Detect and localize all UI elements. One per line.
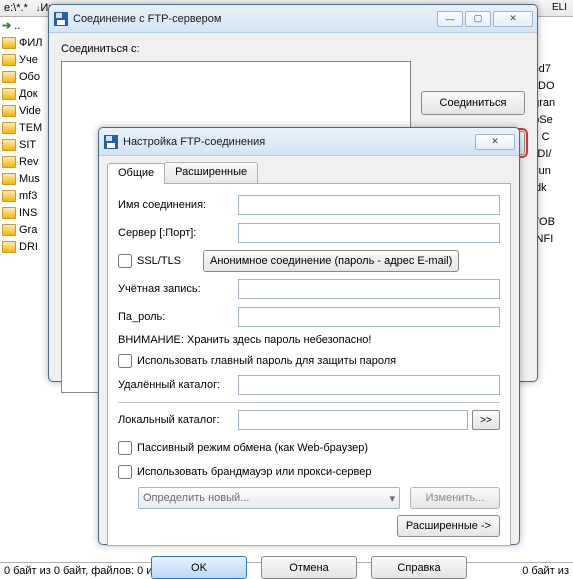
titlebar[interactable]: Соединение с FTP-сервером — ▢ ✕ [49, 5, 537, 33]
edit-proxy-button: Изменить... [410, 487, 500, 509]
folder-label: TEM [19, 122, 42, 134]
folder-label: Vide [19, 105, 41, 117]
folder-label: mf3 [19, 190, 37, 202]
separator [118, 402, 500, 403]
master-password-label: Использовать главный пароль для защиты п… [137, 355, 396, 367]
updir-label: .. [14, 20, 20, 32]
remote-dir-label: Удалённый каталог: [118, 379, 238, 391]
connect-to-label: Соединиться с: [61, 43, 525, 55]
folder-icon [2, 139, 16, 151]
anonymous-button[interactable]: Анонимное соединение (пароль - адрес E-m… [203, 250, 459, 272]
tabs: Общие Расширенные [107, 162, 511, 184]
tab-advanced[interactable]: Расширенные [164, 162, 258, 183]
ssl-checkbox[interactable] [118, 254, 132, 268]
maximize-button[interactable]: ▢ [465, 11, 491, 27]
ssl-label: SSL/TLS [137, 255, 197, 267]
master-password-checkbox[interactable] [118, 354, 132, 368]
folder-icon [2, 105, 16, 117]
path-label: e:\*.* [4, 2, 28, 14]
folder-icon [2, 122, 16, 134]
password-label: Па_роль: [118, 311, 238, 323]
passive-label: Пассивный режим обмена (как Web-браузер) [137, 442, 368, 454]
server-input[interactable] [238, 223, 500, 243]
account-input[interactable] [238, 279, 500, 299]
folder-label: Rev [19, 156, 39, 168]
firewall-checkbox[interactable] [118, 465, 132, 479]
folder-icon [2, 156, 16, 168]
close-button[interactable]: ✕ [493, 11, 533, 27]
ok-button[interactable]: OK [151, 556, 247, 579]
ftp-settings-dialog: Настройка FTP-соединения ✕ Общие Расшире… [98, 127, 520, 545]
folder-icon [2, 173, 16, 185]
help-button[interactable]: Справка [371, 556, 467, 579]
floppy-icon [53, 11, 69, 27]
connection-name-input[interactable] [238, 195, 500, 215]
tab-general[interactable]: Общие [107, 163, 165, 184]
advanced-button[interactable]: Расширенные -> [397, 515, 500, 537]
connect-button[interactable]: Соединиться [421, 91, 525, 115]
floppy-icon [103, 134, 119, 150]
password-input[interactable] [238, 307, 500, 327]
status-right: 0 байт из [522, 565, 569, 577]
titlebar[interactable]: Настройка FTP-соединения ✕ [99, 128, 519, 156]
chevron-down-icon: ▾ [389, 492, 395, 505]
folder-label: Mus [19, 173, 40, 185]
dialog-title: Настройка FTP-соединения [123, 136, 265, 148]
proxy-combobox-value: Определить новый... [143, 492, 249, 504]
server-label: Сервер [:Порт]: [118, 227, 238, 239]
folder-icon [2, 224, 16, 236]
folder-label: DRI [19, 241, 38, 253]
local-dir-input[interactable] [238, 410, 468, 430]
password-warning: ВНИМАНИЕ: Хранить здесь пароль небезопас… [118, 334, 500, 346]
browse-button[interactable]: >> [472, 410, 500, 430]
passive-checkbox[interactable] [118, 441, 132, 455]
cancel-button[interactable]: Отмена [261, 556, 357, 579]
remote-dir-input[interactable] [238, 375, 500, 395]
folder-label: Док [19, 88, 38, 100]
dialog-title: Соединение с FTP-сервером [73, 13, 221, 25]
folder-label: Обо [19, 71, 40, 83]
folder-label: SIT [19, 139, 36, 151]
firewall-label: Использовать брандмауэр или прокси-серве… [137, 466, 372, 478]
folder-icon [2, 207, 16, 219]
folder-icon [2, 241, 16, 253]
folder-icon [2, 88, 16, 100]
folder-icon [2, 37, 16, 49]
folder-icon [2, 190, 16, 202]
folder-icon [2, 54, 16, 66]
folder-icon [2, 71, 16, 83]
folder-label: Gra [19, 224, 37, 236]
tab-general-panel: Имя соединения: Сервер [:Порт]: SSL/TLS … [107, 184, 511, 546]
arrow-up-icon: ➔ [2, 19, 11, 32]
proxy-combobox[interactable]: Определить новый... ▾ [138, 487, 400, 509]
local-dir-label: Локальный каталог: [118, 414, 238, 426]
folder-label: ФИЛ [19, 37, 43, 49]
folder-label: INS [19, 207, 37, 219]
close-button[interactable]: ✕ [475, 134, 515, 150]
minimize-button[interactable]: — [437, 11, 463, 27]
account-label: Учётная запись: [118, 283, 238, 295]
connection-name-label: Имя соединения: [118, 199, 238, 211]
right-top-badge: ELI [552, 2, 567, 13]
folder-label: Уче [19, 54, 38, 66]
